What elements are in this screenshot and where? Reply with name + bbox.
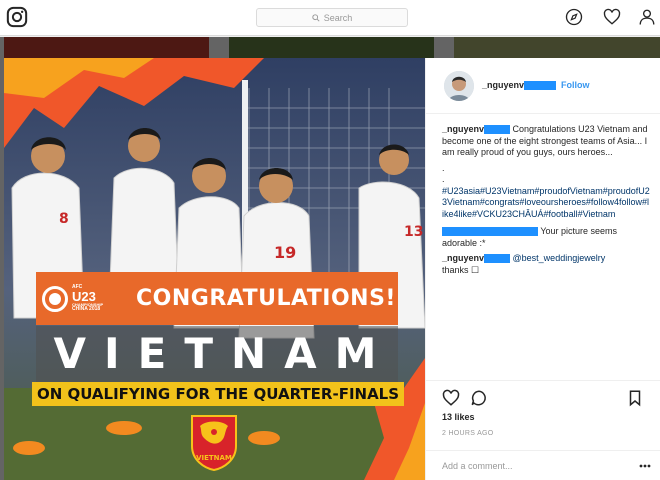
logo-host-text: CHINA 2018 [72,306,101,312]
comment-username[interactable]: _nguyenv [442,253,484,263]
avatar[interactable] [444,71,474,101]
top-nav-bar: Search [0,0,660,36]
heart-icon[interactable] [603,8,621,26]
post-username[interactable]: _nguyenv [482,80,557,90]
comment-input[interactable] [442,459,622,473]
comment-text: thanks ☐ [442,264,480,275]
more-options-icon[interactable] [639,461,651,471]
congratulations-text: CONGRATULATIONS! [136,286,396,311]
comments-list: _nguyenv Congratulations U23 Vietnam and… [442,124,650,280]
post-side-panel: _nguyenv Follow _nguyenv Congratulations… [425,58,660,480]
instagram-icon[interactable] [6,6,28,28]
post-timestamp: 2 HOURS AGO [442,430,494,437]
post-modal: 8 19 13 AFC U23 CHAMPIONSHIP CHINA 2018 [4,58,660,480]
post-image: 8 19 13 AFC U23 CHAMPIONSHIP CHINA 2018 [4,58,425,480]
qualify-text: ON QUALIFYING FOR THE QUARTER-FINALS [32,382,404,406]
post-header: _nguyenv Follow [426,58,660,114]
compass-icon[interactable] [565,8,583,26]
like-count[interactable]: 13 likes [442,412,475,422]
redaction-bar [484,254,511,264]
add-comment-bar [426,450,660,480]
caption-dot: . [442,162,445,173]
comment-item: Your picture seems adorable :* [442,226,650,249]
crest-text: VIETNAM [196,454,232,462]
redaction-bar [484,125,511,135]
profile-icon[interactable] [638,8,656,26]
football-icon [42,285,68,312]
search-input[interactable]: Search [256,8,408,27]
bookmark-icon[interactable] [626,389,644,407]
vietnam-text: VIETNAM [36,326,398,382]
like-heart-icon[interactable] [442,389,460,407]
follow-button[interactable]: Follow [561,80,590,90]
congratulations-banner: AFC U23 CHAMPIONSHIP CHINA 2018 CONGRATU… [36,272,398,325]
post-actions: 13 likes 2 HOURS AGO [426,380,660,450]
redaction-bar [442,227,538,237]
post-caption: _nguyenv Congratulations U23 Vietnam and… [442,124,650,159]
afc-u23-logo: AFC U23 CHAMPIONSHIP CHINA 2018 [42,276,122,321]
post-username-text[interactable]: _nguyenv [482,80,524,90]
caption-hashtags[interactable]: #U23asia#U23Vietnam#proudofVietnam#proud… [442,186,650,221]
caption-dot: . [442,174,445,184]
comment-icon[interactable] [470,389,488,407]
search-icon [312,13,320,22]
search-placeholder: Search [323,12,353,23]
jersey-number: 13 [404,224,423,240]
vietnam-crest-icon: VIETNAM [191,415,237,472]
jersey-number: 8 [59,211,69,227]
comment-item: _nguyenv @best_weddingjewelry thanks ☐ [442,253,650,276]
jersey-number: 19 [274,243,296,262]
caption-username[interactable]: _nguyenv [442,124,484,134]
redaction-bar [524,80,557,90]
comment-mention[interactable]: @best_weddingjewelry [513,253,606,263]
